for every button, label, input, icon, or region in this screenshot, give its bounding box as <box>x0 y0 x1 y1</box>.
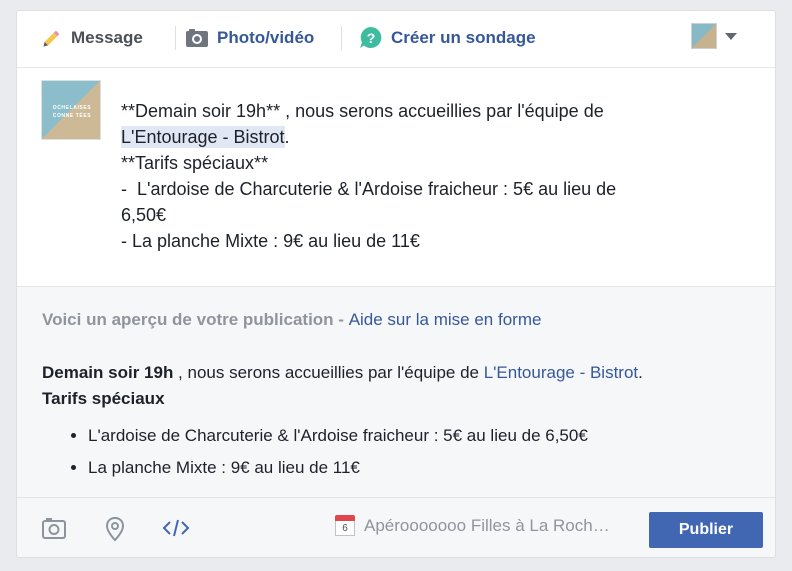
add-photo-icon[interactable] <box>41 516 67 540</box>
preview-body: Demain soir 19h , nous serons accueillie… <box>42 360 752 484</box>
preview-bold-text: Tarifs spéciaux <box>42 389 165 408</box>
avatar: OCHELAISES CONNE TÉES <box>41 80 101 140</box>
pencil-icon <box>41 27 63 49</box>
post-editor[interactable]: OCHELAISES CONNE TÉES **Demain soir 19h*… <box>17 68 775 286</box>
preview-mention-link[interactable]: L'Entourage - Bistrot <box>484 363 638 382</box>
svg-text:?: ? <box>367 30 376 46</box>
mention-tag[interactable]: L'Entourage - Bistrot <box>121 126 285 148</box>
calendar-day: 6 <box>335 521 355 536</box>
event-selector[interactable]: 6 Apérooooooo Filles à La Roch… <box>335 515 610 537</box>
post-text-area[interactable]: **Demain soir 19h** , nous serons accuei… <box>121 98 741 254</box>
list-item: L'ardoise de Charcuterie & l'Ardoise fra… <box>88 420 752 452</box>
location-pin-icon[interactable] <box>105 516 125 542</box>
tab-divider <box>175 26 176 50</box>
post-line: - L'ardoise de Charcuterie & l'Ardoise f… <box>121 179 617 199</box>
formatting-help-link[interactable]: Aide sur la mise en forme <box>349 310 542 329</box>
post-line: - La planche Mixte : 9€ au lieu de 11€ <box>121 231 420 251</box>
tab-photo-video[interactable]: Photo/vidéo <box>185 23 314 53</box>
preview-line: Demain soir 19h , nous serons accueillie… <box>42 360 752 386</box>
tab-create-poll-label: Créer un sondage <box>391 28 536 47</box>
publish-button[interactable]: Publier <box>649 512 763 548</box>
page-selector[interactable] <box>691 23 737 49</box>
preview-text: . <box>638 363 643 382</box>
preview-line: Tarifs spéciaux <box>42 386 752 412</box>
tab-photo-video-label: Photo/vidéo <box>217 28 315 47</box>
post-line: **Tarifs spéciaux** <box>121 153 269 173</box>
preview-bold-text: Demain soir 19h <box>42 363 174 382</box>
preview-bullet-list: L'ardoise de Charcuterie & l'Ardoise fra… <box>42 420 752 484</box>
post-composer: Message Photo/vidéo ? Créer un sondage O… <box>16 10 776 558</box>
post-line: L'Entourage - Bistrot. <box>121 124 741 150</box>
avatar-logo-line1: OCHELAISES <box>52 105 92 111</box>
post-preview: Voici un aperçu de votre publication - A… <box>17 286 775 498</box>
post-punctuation: . <box>284 127 290 147</box>
tab-message[interactable]: Message <box>41 23 143 53</box>
event-name: Apérooooooo Filles à La Roch… <box>364 516 610 535</box>
tab-message-label: Message <box>71 28 143 47</box>
question-bubble-icon: ? <box>359 26 383 50</box>
preview-label: Voici un aperçu de votre publication - <box>42 310 349 329</box>
camera-icon <box>185 28 209 48</box>
post-line: **Demain soir 19h** , nous serons accuei… <box>121 101 604 121</box>
chevron-down-icon <box>725 32 737 40</box>
calendar-icon: 6 <box>335 515 355 537</box>
composer-footer: 6 Apérooooooo Filles à La Roch… Publier <box>17 497 775 557</box>
preview-header: Voici un aperçu de votre publication - A… <box>42 310 541 330</box>
tab-create-poll[interactable]: ? Créer un sondage <box>359 23 536 53</box>
tab-divider <box>341 26 342 50</box>
avatar-logo-line2: CONNE TÉES <box>52 113 92 119</box>
composer-tabs: Message Photo/vidéo ? Créer un sondage <box>17 11 775 68</box>
list-item: La planche Mixte : 9€ au lieu de 11€ <box>88 452 752 484</box>
post-line: 6,50€ <box>121 205 167 225</box>
page-avatar <box>691 23 717 49</box>
preview-text: , nous serons accueillies par l'équipe d… <box>173 363 484 382</box>
code-icon[interactable] <box>162 516 190 540</box>
